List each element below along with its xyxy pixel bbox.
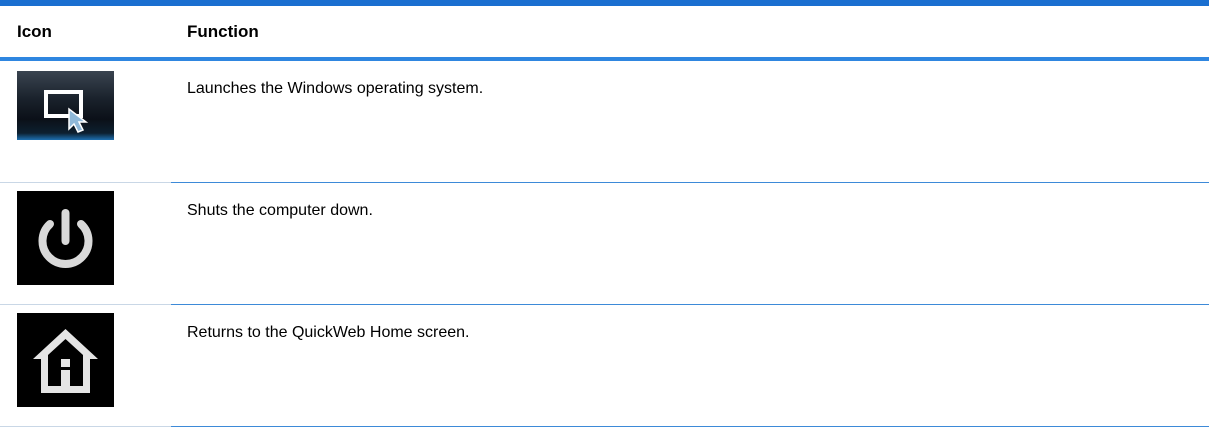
- row-function-text: Returns to the QuickWeb Home screen.: [187, 324, 470, 341]
- table-row: Launches the Windows operating system.: [0, 61, 1209, 183]
- column-header-icon: Icon: [17, 21, 52, 41]
- column-header-function: Function: [187, 21, 259, 41]
- power-icon: [17, 191, 114, 285]
- windows-launch-icon: [17, 71, 114, 140]
- table-row: Returns to the QuickWeb Home screen.: [0, 305, 1209, 427]
- row-function-text: Launches the Windows operating system.: [187, 80, 484, 97]
- row-function-text: Shuts the computer down.: [187, 202, 373, 219]
- icon-function-table: Icon Function Launches the Windows opera…: [0, 0, 1209, 431]
- home-icon: [17, 313, 114, 407]
- table-header: Icon Function: [0, 6, 1209, 61]
- table-row: Shuts the computer down.: [0, 183, 1209, 305]
